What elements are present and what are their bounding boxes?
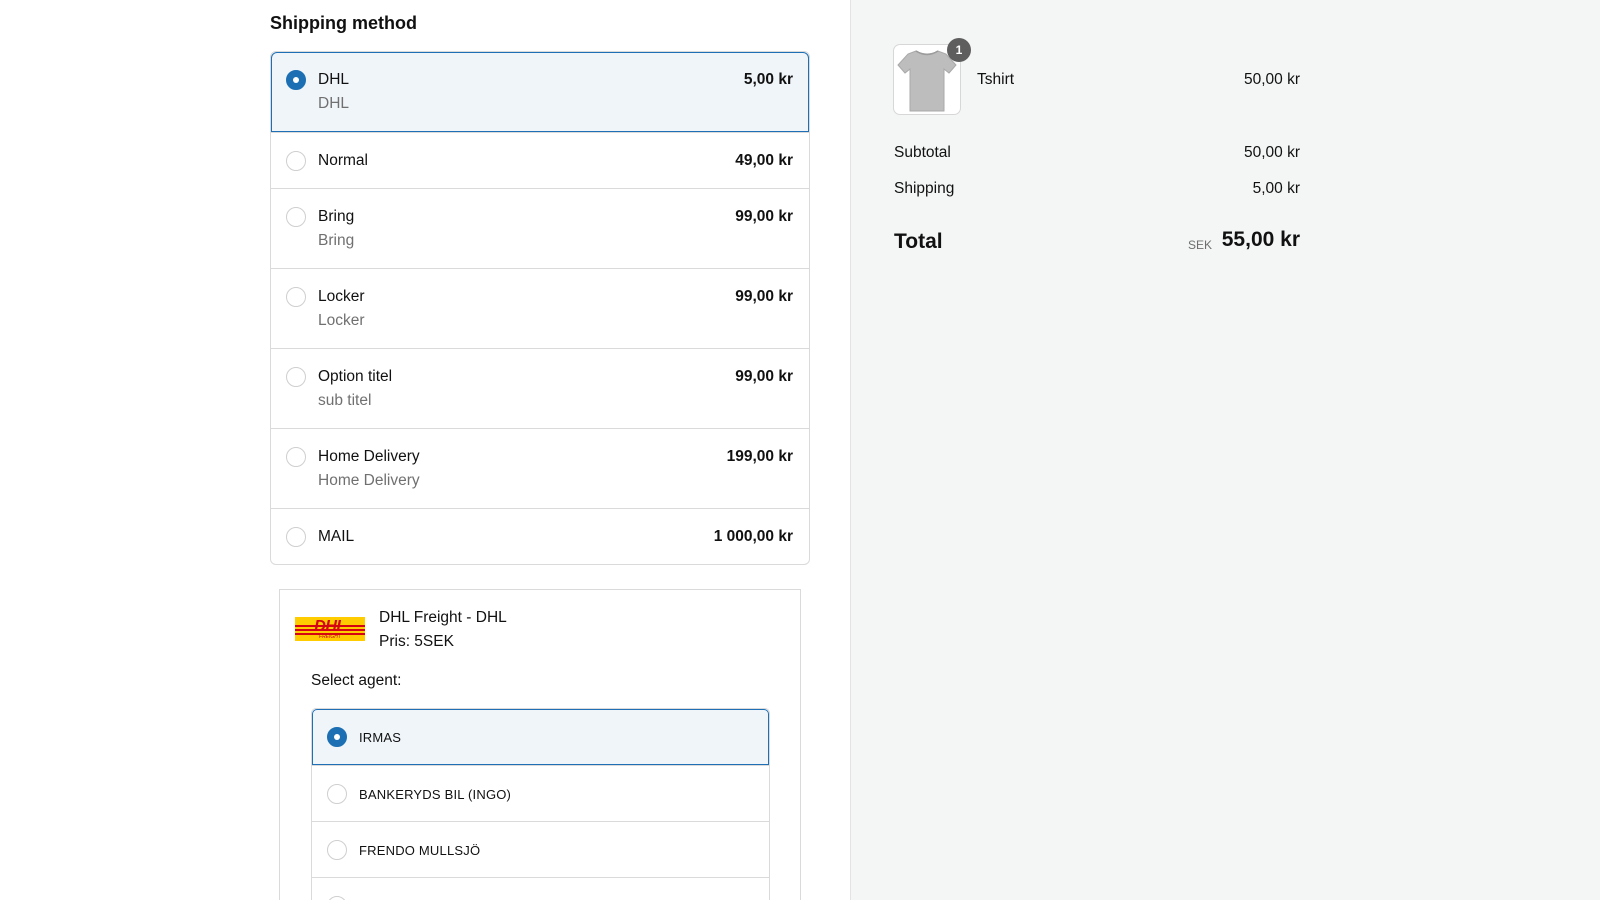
agent-name: IRMAS xyxy=(359,730,402,745)
shipping-option-option-titel[interactable]: Option titel sub titel 99,00 kr xyxy=(271,348,809,428)
radio-icon[interactable] xyxy=(286,207,306,227)
radio-icon[interactable] xyxy=(327,896,347,900)
shipping-label: Shipping xyxy=(894,180,955,197)
option-subtitle: DHL xyxy=(318,95,350,112)
option-price: 49,00 kr xyxy=(735,152,793,169)
option-price: 5,00 kr xyxy=(743,71,793,88)
select-agent-label: Select agent: xyxy=(311,672,402,689)
agent-name: FRENDO MULLSJÖ xyxy=(359,843,481,858)
option-subtitle: Home Delivery xyxy=(318,472,420,489)
subtotal-label: Subtotal xyxy=(894,144,951,161)
total-value: 55,00 kr xyxy=(1221,228,1300,251)
shipping-options-list: DHL DHL 5,00 kr Normal 49,00 kr Bring Br… xyxy=(270,51,810,565)
radio-icon[interactable] xyxy=(286,447,306,467)
dhl-logo-icon: DHL FREIGHT xyxy=(295,617,365,641)
radio-icon[interactable] xyxy=(286,287,306,307)
carrier-title: DHL Freight - DHL xyxy=(379,609,507,626)
order-summary: 1 Tshirt 50,00 kr Subtotal 50,00 kr Ship… xyxy=(850,0,1600,900)
logo-subtext: FREIGHT xyxy=(319,634,341,640)
option-subtitle: Locker xyxy=(318,312,365,329)
option-subtitle: sub titel xyxy=(318,392,372,409)
shipping-option-dhl[interactable]: DHL DHL 5,00 kr xyxy=(271,52,809,132)
option-name: Normal xyxy=(318,152,368,169)
option-price: 199,00 kr xyxy=(726,448,793,465)
total-currency: SEK xyxy=(1187,238,1212,252)
quantity-badge: 1 xyxy=(947,38,971,62)
shipping-option-locker[interactable]: Locker Locker 99,00 kr xyxy=(271,268,809,348)
shipping-value: 5,00 kr xyxy=(1252,180,1300,197)
shipping-column: Shipping method DHL DHL 5,00 kr Normal 4… xyxy=(0,0,850,900)
radio-icon[interactable] xyxy=(286,367,306,387)
option-name: MAIL xyxy=(318,528,355,545)
radio-icon[interactable] xyxy=(286,151,306,171)
option-name: Locker xyxy=(318,288,365,305)
agent-option[interactable] xyxy=(312,877,769,900)
agent-name: BANKERYDS BIL (INGO) xyxy=(359,787,512,802)
shipping-option-normal[interactable]: Normal 49,00 kr xyxy=(271,132,809,188)
radio-icon[interactable] xyxy=(327,784,347,804)
option-name: Home Delivery xyxy=(318,448,420,465)
product-name: Tshirt xyxy=(977,71,1015,88)
agent-list: IRMAS BANKERYDS BIL (INGO) FRENDO MULLSJ… xyxy=(311,708,770,900)
shipping-option-home-delivery[interactable]: Home Delivery Home Delivery 199,00 kr xyxy=(271,428,809,508)
subtotal-value: 50,00 kr xyxy=(1243,144,1300,161)
agent-option[interactable]: IRMAS xyxy=(312,709,769,765)
option-price: 99,00 kr xyxy=(735,368,793,385)
option-name: Option titel xyxy=(318,368,393,385)
agent-selection-panel: DHL FREIGHT DHL Freight - DHL Pris: 5SEK… xyxy=(279,589,801,900)
radio-icon[interactable] xyxy=(286,527,306,547)
radio-selected-icon[interactable] xyxy=(327,727,347,747)
option-name: DHL xyxy=(318,71,350,88)
shipping-option-bring[interactable]: Bring Bring 99,00 kr xyxy=(271,188,809,268)
radio-selected-icon[interactable] xyxy=(286,70,306,90)
option-name: Bring xyxy=(318,208,355,225)
agent-option[interactable]: FRENDO MULLSJÖ xyxy=(312,821,769,877)
shipping-option-mail[interactable]: MAIL 1 000,00 kr xyxy=(271,508,809,564)
total-label: Total xyxy=(894,230,943,253)
carrier-price: Pris: 5SEK xyxy=(379,633,454,650)
option-subtitle: Bring xyxy=(318,232,355,249)
product-price: 50,00 kr xyxy=(1243,71,1300,88)
option-price: 1 000,00 kr xyxy=(713,528,793,545)
option-price: 99,00 kr xyxy=(735,208,793,225)
radio-icon[interactable] xyxy=(327,840,347,860)
agent-option[interactable]: BANKERYDS BIL (INGO) xyxy=(312,765,769,821)
section-title: Shipping method xyxy=(270,13,417,33)
option-price: 99,00 kr xyxy=(735,288,793,305)
